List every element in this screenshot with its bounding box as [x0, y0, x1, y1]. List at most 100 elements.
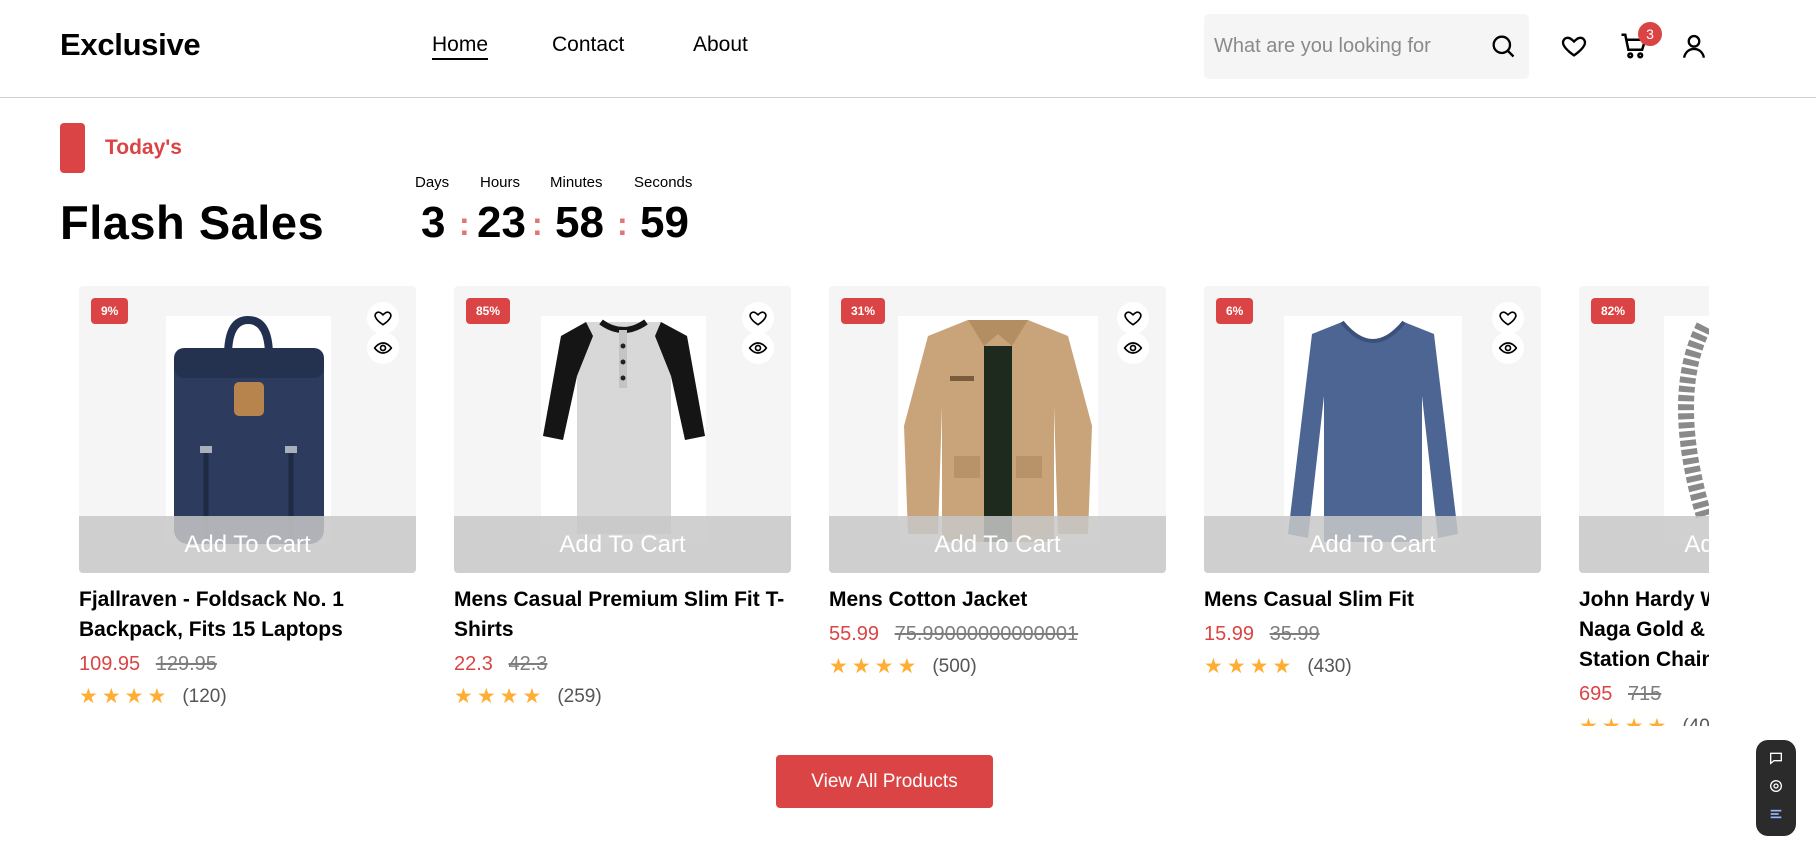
countdown-hours-value: 23	[477, 198, 526, 247]
bracelet-image	[1664, 316, 1709, 544]
countdown-hours-label: Hours	[480, 174, 521, 191]
star-rating-icons: ★★★★	[829, 655, 921, 678]
backpack-image	[165, 315, 331, 544]
product-name[interactable]: Mens Casual Premium Slim Fit T-Shirts	[454, 585, 791, 645]
wishlist-heart-icon[interactable]	[742, 302, 774, 334]
nav-contact-link[interactable]: Contact	[552, 33, 624, 57]
product-price: 109.95	[79, 653, 141, 675]
product-price: 55.99	[829, 623, 880, 645]
search-input[interactable]	[1214, 14, 1469, 79]
review-count: (259)	[557, 685, 602, 707]
discount-badge: 31%	[841, 298, 886, 324]
countdown-days-value: 3	[421, 198, 446, 247]
product-name[interactable]: Fjallraven - Foldsack No. 1 Backpack, Fi…	[79, 585, 416, 645]
cart-count-badge: 3	[1638, 22, 1662, 46]
add-to-cart-button[interactable]: Add To Cart	[1204, 516, 1541, 573]
product-image-area[interactable]: 82% Add To Cart	[1579, 286, 1709, 573]
countdown-separator: :	[532, 206, 543, 242]
product-image-area[interactable]: 31% Add To Cart	[829, 286, 1166, 573]
quick-view-eye-icon[interactable]	[1492, 332, 1524, 364]
quick-view-eye-icon[interactable]	[367, 332, 399, 364]
product-price: 695	[1579, 683, 1613, 705]
product-name[interactable]: John Hardy Women's Legends Naga Gold & S…	[1579, 585, 1709, 675]
quick-view-eye-icon[interactable]	[742, 332, 774, 364]
menu-list-icon[interactable]	[1768, 806, 1784, 827]
discount-badge: 82%	[1591, 298, 1636, 324]
product-old-price: 35.99	[1269, 623, 1320, 645]
product-prices: 22.3 42.3	[454, 653, 791, 676]
countdown-minutes-value: 58	[555, 198, 604, 247]
logo[interactable]: Exclusive	[60, 27, 201, 63]
star-rating-icons: ★★★★	[79, 685, 171, 708]
review-count: (430)	[1307, 655, 1352, 677]
product-name[interactable]: Mens Casual Slim Fit	[1204, 585, 1541, 615]
chat-bubble-icon[interactable]	[1768, 750, 1784, 771]
star-rating-icons: ★★★★	[1579, 714, 1670, 726]
wishlist-heart-icon[interactable]	[1117, 302, 1149, 334]
add-to-cart-button[interactable]: Add To Cart	[829, 516, 1166, 573]
product-prices: 109.95 129.95	[79, 653, 416, 676]
section-title: Flash Sales	[60, 196, 325, 249]
product-old-price: 129.95	[155, 653, 217, 675]
review-count: (500)	[932, 655, 977, 677]
product-carousel: 9% Add To Cart Fjallraven - Foldsack No.…	[79, 286, 1709, 726]
star-rating-icons: ★★★★	[454, 685, 546, 708]
wishlist-heart-icon[interactable]	[367, 302, 399, 334]
long-sleeve-shirt-image	[1283, 316, 1462, 544]
section-eyebrow: Today's	[105, 136, 182, 159]
product-price: 15.99	[1204, 623, 1255, 645]
product-card[interactable]: 6% Add To Cart Mens Casual Slim Fit 15.9…	[1204, 286, 1541, 679]
product-rating: ★★★★ (430)	[1204, 654, 1541, 679]
product-image-area[interactable]: 85% Add To Cart	[454, 286, 791, 573]
product-image-area[interactable]: 6% Add To Cart	[1204, 286, 1541, 573]
add-to-cart-button[interactable]: Add To Cart	[79, 516, 416, 573]
product-prices: 15.99 35.99	[1204, 623, 1541, 646]
wishlist-heart-icon[interactable]	[1492, 302, 1524, 334]
countdown-minutes-label: Minutes	[550, 174, 603, 191]
discount-badge: 6%	[1216, 298, 1254, 324]
countdown-seconds-label: Seconds	[634, 174, 693, 191]
product-card[interactable]: 85% Add To Cart Mens Casual Premium Slim…	[454, 286, 791, 709]
section-accent-bar	[60, 123, 85, 173]
jacket-image	[897, 316, 1098, 544]
search-icon[interactable]	[1489, 32, 1517, 65]
review-count: (120)	[182, 685, 227, 707]
floating-tools-widget	[1756, 740, 1796, 836]
add-to-cart-button[interactable]: Add To Cart	[454, 516, 791, 573]
product-old-price: 42.3	[508, 653, 548, 675]
search-box	[1204, 14, 1529, 79]
star-rating-icons: ★★★★	[1204, 655, 1296, 678]
quick-view-eye-icon[interactable]	[1117, 332, 1149, 364]
nav-about-link[interactable]: About	[693, 33, 748, 57]
product-name[interactable]: Mens Cotton Jacket	[829, 585, 1166, 615]
product-image-area[interactable]: 9% Add To Cart	[79, 286, 416, 573]
product-price: 22.3	[454, 653, 493, 675]
discount-badge: 85%	[466, 298, 511, 324]
product-old-price: 715	[1627, 683, 1662, 705]
cart-icon[interactable]: 3	[1618, 22, 1662, 62]
tshirt-image	[540, 316, 706, 544]
product-card[interactable]: 82% Add To Cart John Hardy Women's Legen…	[1579, 286, 1709, 726]
wishlist-heart-icon[interactable]	[1558, 30, 1590, 62]
countdown-days-label: Days	[415, 174, 450, 191]
countdown-separator: :	[459, 206, 470, 242]
product-rating: ★★★★ (500)	[829, 654, 1166, 679]
eye-toggle-icon[interactable]	[1768, 778, 1784, 799]
product-prices: 55.99 75.99000000000001	[829, 623, 1166, 646]
view-all-products-button[interactable]: View All Products	[776, 755, 993, 808]
product-card[interactable]: 9% Add To Cart Fjallraven - Foldsack No.…	[79, 286, 416, 709]
product-prices: 695 715	[1579, 683, 1709, 706]
countdown-seconds-value: 59	[640, 198, 689, 247]
account-user-icon[interactable]	[1678, 30, 1710, 62]
discount-badge: 9%	[91, 298, 129, 324]
add-to-cart-button[interactable]: Add To Cart	[1579, 516, 1709, 573]
product-rating: ★★★★ (120)	[79, 684, 416, 709]
product-rating: ★★★★ (259)	[454, 684, 791, 709]
product-rating: ★★★★ (400)	[1579, 714, 1709, 726]
product-old-price: 75.99000000000001	[894, 623, 1079, 645]
countdown-separator: :	[617, 206, 628, 242]
product-card[interactable]: 31% Add To Cart Mens Cotton Jacket 55.99…	[829, 286, 1166, 679]
review-count: (400)	[1682, 715, 1709, 727]
nav-home-link[interactable]: Home	[432, 33, 489, 60]
site-header: Exclusive Home Contact About 3	[0, 0, 1816, 98]
